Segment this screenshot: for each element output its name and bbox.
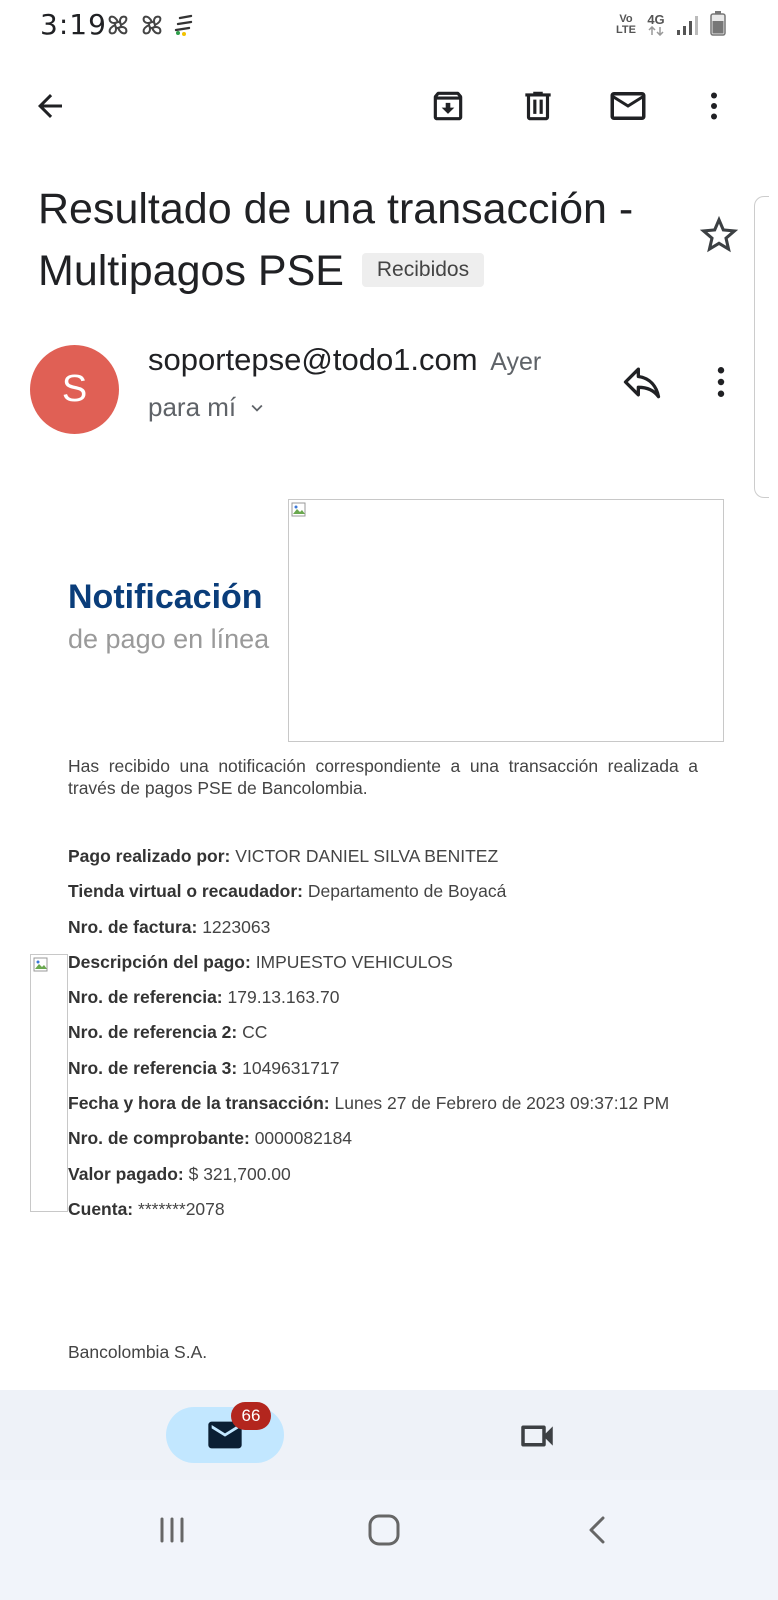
detail-value: 1223063 (202, 916, 271, 937)
transaction-details: Pago realizado por: VICTOR DANIEL SILVA … (68, 846, 748, 1234)
detail-value: 179.13.163.70 (227, 987, 340, 1008)
status-time: 3:19 (40, 8, 107, 41)
detail-label: Valor pagado: (68, 1163, 184, 1184)
reply-icon (623, 367, 661, 399)
sender-address[interactable]: soportepse@todo1.com (148, 342, 478, 377)
chevron-down-icon (251, 404, 263, 412)
trash-icon (525, 91, 551, 121)
detail-value: Lunes 27 de Febrero de 2023 09:37:12 PM (334, 1093, 670, 1114)
back-button[interactable] (24, 80, 76, 132)
notification-title: Notificación (68, 578, 263, 616)
meet-tab[interactable] (513, 1412, 561, 1460)
detail-label: Descripción del pago: (68, 951, 251, 972)
email-subject: Resultado de una transacción - Multipago… (38, 178, 708, 302)
detail-value: 1049631717 (242, 1057, 340, 1078)
side-image-placeholder (30, 954, 68, 1212)
detail-row: Nro. de referencia: 179.13.163.70 (68, 987, 748, 1022)
home-button[interactable] (354, 1500, 414, 1560)
detail-row: Nro. de factura: 1223063 (68, 917, 748, 952)
archive-icon (433, 91, 463, 121)
detail-label: Pago realizado por: (68, 846, 231, 866)
pinwheel-icon (108, 15, 128, 35)
broken-image-icon (33, 957, 48, 972)
battery-icon (710, 11, 726, 36)
recent-apps-icon (160, 1517, 184, 1543)
chevron-left-icon (589, 1516, 605, 1544)
scrollbar[interactable] (754, 196, 769, 498)
sender-line: soportepse@todo1.com Ayer (148, 342, 541, 378)
delete-button[interactable] (512, 80, 564, 132)
broken-image-icon (291, 502, 306, 517)
more-options-button[interactable] (688, 80, 740, 132)
bottom-navigation (0, 1390, 778, 1480)
notification-icons (104, 12, 196, 38)
sent-time: Ayer (490, 348, 542, 376)
detail-label: Nro. de referencia 3: (68, 1057, 238, 1078)
company-name: Bancolombia S.A. (68, 1342, 208, 1362)
detail-value: $ 321,700.00 (188, 1163, 291, 1184)
detail-value: CC (242, 1022, 268, 1043)
detail-row: Cuenta: *******2078 (68, 1199, 748, 1234)
archive-button[interactable] (422, 80, 474, 132)
detail-row: Valor pagado: $ 321,700.00 (68, 1164, 748, 1199)
detail-row: Tienda virtual o recaudador: Departament… (68, 881, 748, 916)
detail-value: 0000082184 (254, 1128, 353, 1149)
video-camera-icon (521, 1425, 553, 1447)
network-indicator: 4G (646, 13, 666, 36)
more-vert-icon (717, 367, 725, 397)
recent-apps-button[interactable] (142, 1500, 202, 1560)
detail-value: Departamento de Boyacá (307, 881, 507, 902)
arrow-back-icon (38, 94, 62, 118)
system-back-button[interactable] (568, 1500, 628, 1560)
detail-value: *******2078 (138, 1198, 225, 1219)
detail-row: Descripción del pago: IMPUESTO VEHICULOS (68, 952, 748, 987)
more-vert-icon (711, 92, 717, 120)
header-image-placeholder (288, 499, 724, 742)
reply-button[interactable] (620, 360, 668, 408)
signal-icon (677, 16, 698, 35)
home-icon (368, 1514, 400, 1546)
detail-label: Fecha y hora de la transacción: (68, 1093, 330, 1114)
detail-row: Nro. de referencia 2: CC (68, 1022, 748, 1057)
detail-row: Nro. de referencia 3: 1049631717 (68, 1058, 748, 1093)
detail-row: Nro. de comprobante: 0000082184 (68, 1128, 748, 1163)
detail-row: Pago realizado por: VICTOR DANIEL SILVA … (68, 846, 748, 881)
detail-label: Cuenta: (68, 1198, 134, 1219)
detail-label: Tienda virtual o recaudador: (68, 881, 304, 902)
star-button[interactable] (696, 212, 742, 258)
mail-icon (610, 92, 646, 120)
notification-subtitle: de pago en línea (68, 624, 270, 654)
pinwheel-icon (142, 15, 162, 35)
star-icon (699, 215, 739, 253)
detail-label: Nro. de factura: (68, 916, 198, 937)
label-chip[interactable]: Recibidos (361, 252, 485, 287)
bank-app-icon (174, 14, 193, 36)
detail-label: Nro. de referencia: (68, 987, 223, 1008)
avatar[interactable]: S (30, 345, 119, 434)
message-more-button[interactable] (703, 360, 739, 408)
detail-label: Nro. de referencia 2: (68, 1022, 238, 1043)
unread-count-badge: 66 (231, 1402, 271, 1430)
recipient-label: para mí (148, 392, 237, 422)
recipient-toggle[interactable]: para mí (148, 392, 268, 423)
detail-row: Fecha y hora de la transacción: Lunes 27… (68, 1093, 748, 1128)
status-right: Vo LTE 4G (616, 10, 726, 36)
volte-indicator: Vo LTE (616, 13, 636, 36)
subject-text: Resultado de una transacción - Multipago… (38, 185, 634, 295)
mark-unread-button[interactable] (602, 80, 654, 132)
detail-value: IMPUESTO VEHICULOS (255, 951, 453, 972)
detail-value: VICTOR DANIEL SILVA BENITEZ (235, 846, 499, 866)
intro-text: Has recibido una notificación correspond… (68, 756, 698, 798)
detail-label: Nro. de comprobante: (68, 1128, 250, 1149)
